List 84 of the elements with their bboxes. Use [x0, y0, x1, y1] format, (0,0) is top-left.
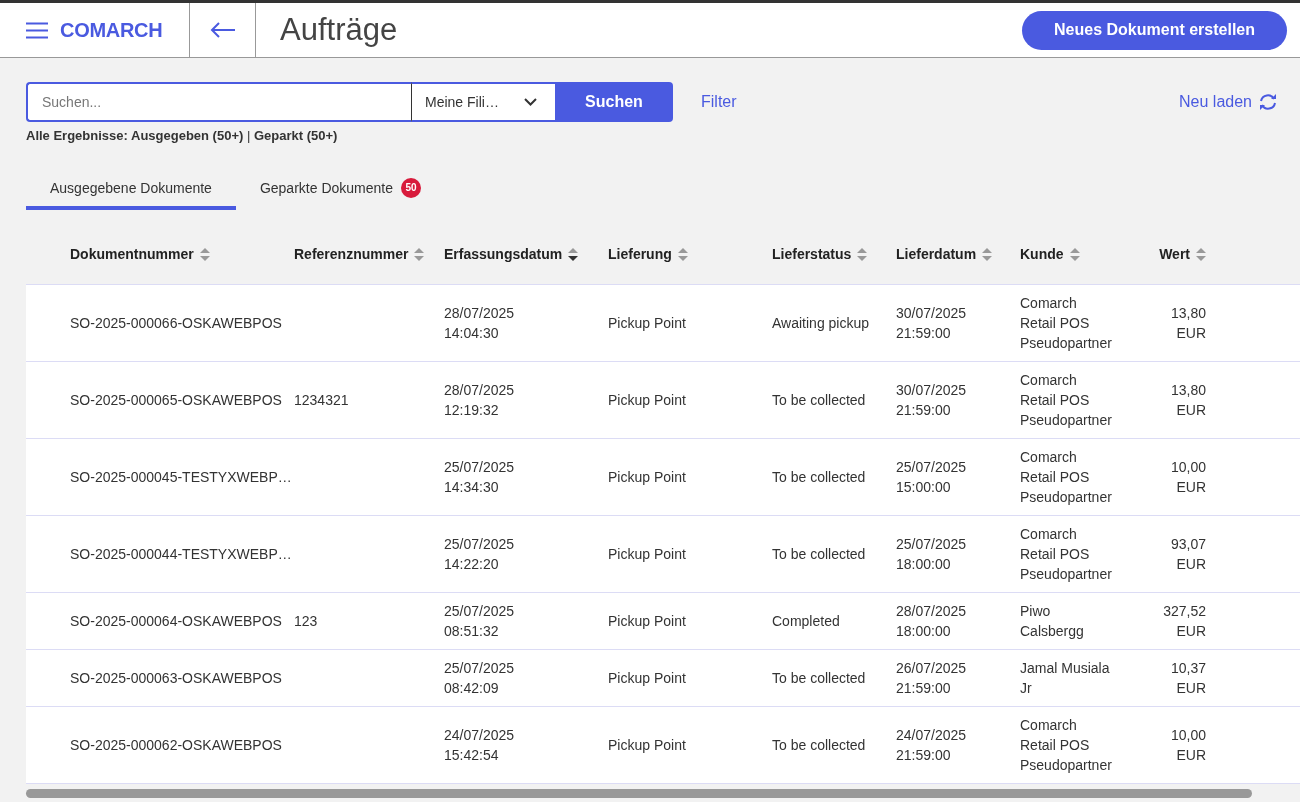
table-cell-text: Pickup Point [608, 314, 686, 333]
table-cell-text: SO-2025-000045-TESTYXWEBP… [70, 468, 292, 487]
table-cell-text: Pickup Point [608, 545, 686, 564]
chevron-down-icon [524, 98, 537, 106]
table-cell-text: Completed [772, 612, 840, 631]
table-cell-text: Pickup Point [608, 736, 686, 755]
table-row[interactable]: SO-2025-000066-OSKAWEBPOS 28/07/2025 14:04:30 Pickup Point Awaiting pickup 30/07/2025 21:59:00 Comarch Retail POS Pseudopartner 13,80 EUR [26, 285, 1300, 362]
table-cell-text: 24/07/2025 21:59:00 [896, 726, 967, 765]
column-header[interactable]: Referenznummer [294, 246, 409, 262]
table-cell-text: 25/07/2025 08:51:32 [444, 602, 515, 641]
table-cell-text: Pickup Point [608, 612, 686, 631]
table-cell-text: 30/07/2025 21:59:00 [896, 381, 967, 420]
table-cell-text: 28/07/2025 12:19:32 [444, 381, 515, 420]
horizontal-scrollbar[interactable] [26, 789, 1252, 798]
column-header[interactable]: Kunde [1020, 246, 1064, 262]
table-cell-text: 1234321 [294, 391, 349, 410]
table-cell-text: To be collected [772, 468, 866, 487]
table-cell-text: SO-2025-000065-OSKAWEBPOS [70, 391, 282, 410]
table-cell-text: Pickup Point [608, 391, 686, 410]
column-header[interactable]: Wert [1159, 246, 1190, 262]
table-cell-text: 28/07/2025 18:00:00 [896, 602, 967, 641]
filter-link[interactable]: Filter [701, 93, 737, 111]
table-cell-text: 10,00 EUR [1170, 726, 1206, 765]
search-field[interactable]: Suchen... [26, 82, 412, 122]
results-summary: Alle Ergebnisse: Ausgegeben (50+) | Geparkt (50+) [26, 128, 339, 143]
column-header[interactable]: Lieferung [608, 246, 672, 262]
table-row[interactable]: SO-2025-000064-OSKAWEBPOS 123 25/07/2025 08:51:32 Pickup Point Completed 28/07/2025 18:00:00 Piwo Calsbergg 327,52 EUR [26, 593, 1300, 650]
table-row[interactable]: SO-2025-000063-OSKAWEBPOS 25/07/2025 08:42:09 Pickup Point To be collected 26/07/2025 21:59:00 Jamal Musiala Jr 10,37 EUR [26, 650, 1300, 707]
table-cell-text: Jamal Musiala Jr [1020, 659, 1110, 698]
column-header[interactable]: Erfassungsdatum [444, 246, 563, 262]
table-cell-text: SO-2025-000064-OSKAWEBPOS [70, 612, 282, 631]
table-cell-text: To be collected [772, 391, 866, 410]
table-cell-text: 13,80 EUR [1170, 381, 1206, 420]
table-cell-text: To be collected [772, 669, 866, 688]
table-cell-text: 93,07 EUR [1170, 535, 1206, 574]
table-cell-text: SO-2025-000062-OSKAWEBPOS [70, 736, 282, 755]
table-cell-text: Pickup Point [608, 468, 686, 487]
count-badge: 50 [401, 177, 421, 198]
sort-icon[interactable] [568, 247, 579, 261]
table-cell-text: 25/07/2025 15:00:00 [896, 458, 967, 497]
column-header[interactable]: Dokumentnummer [70, 246, 194, 262]
menu-icon[interactable] [26, 21, 48, 39]
table-cell-text: SO-2025-000066-OSKAWEBPOS [70, 314, 282, 333]
table-cell-text: 30/07/2025 21:59:00 [896, 304, 967, 343]
table-cell-text: 10,00 EUR [1170, 458, 1206, 497]
reload-link[interactable]: Neu laden [1179, 93, 1278, 111]
table-cell-text: 25/07/2025 18:00:00 [896, 535, 967, 574]
page-title: Aufträge [280, 12, 399, 48]
column-header[interactable]: Lieferdatum [896, 246, 977, 262]
table-cell-text: Piwo Calsbergg [1020, 602, 1084, 641]
table-cell-text: 25/07/2025 14:34:30 [444, 458, 515, 497]
table-cell-text: 26/07/2025 21:59:00 [896, 659, 967, 698]
refresh-icon [1258, 93, 1278, 111]
table-cell-text: SO-2025-000063-OSKAWEBPOS [70, 669, 282, 688]
table-cell-text: 13,80 EUR [1170, 304, 1206, 343]
table-cell-text: 25/07/2025 08:42:09 [444, 659, 515, 698]
table-row[interactable]: SO-2025-000062-OSKAWEBPOS 24/07/2025 15:42:54 Pickup Point To be collected 24/07/2025 21:59:00 Comarch Retail POS Pseudopartner 10,00 EUR [26, 707, 1300, 784]
table-cell-text: 24/07/2025 15:42:54 [444, 726, 515, 765]
table-cell-text: 327,52 EUR [1163, 602, 1206, 641]
table-cell-text: To be collected [772, 736, 866, 755]
new-document-button[interactable]: Neues Dokument erstellen [1022, 10, 1287, 50]
table-cell-text: Comarch Retail POS Pseudopartner [1020, 525, 1112, 584]
logo: COMARCH [60, 18, 163, 42]
table-row[interactable]: SO-2025-000044-TESTYXWEBP… 25/07/2025 14:22:20 Pickup Point To be collected 25/07/2025 18:00:00 Comarch Retail POS Pseudopartner 93,07 EUR [26, 516, 1300, 593]
table-cell-text: Comarch Retail POS Pseudopartner [1020, 371, 1112, 430]
tab[interactable]: Ausgegebene Dokumente [26, 169, 236, 210]
table-cell-text: 28/07/2025 14:04:30 [444, 304, 515, 343]
table-cell-text: 10,37 EUR [1170, 659, 1206, 698]
column-header[interactable]: Lieferstatus [772, 246, 852, 262]
table-cell-text: 25/07/2025 14:22:20 [444, 535, 515, 574]
table-cell-text: Awaiting pickup [772, 314, 870, 333]
tab[interactable]: Geparkte Dokumente 50 [235, 169, 445, 210]
table-cell-text: To be collected [772, 545, 866, 564]
table-cell-text: Comarch Retail POS Pseudopartner [1020, 294, 1112, 353]
back-arrow-icon [209, 22, 236, 38]
table-row[interactable]: SO-2025-000045-TESTYXWEBP… 25/07/2025 14:34:30 Pickup Point To be collected 25/07/2025 15:00:00 Comarch Retail POS Pseudopartner 10,00 EUR [26, 439, 1300, 516]
table-cell-text: SO-2025-000044-TESTYXWEBP… [70, 545, 292, 564]
table-cell-text: Comarch Retail POS Pseudopartner [1020, 448, 1112, 507]
table-row[interactable]: SO-2025-000065-OSKAWEBPOS 1234321 28/07/2025 12:19:32 Pickup Point To be collected 30/07/2025 21:59:00 Comarch Retail POS Pseudopartner 13,80 EUR [26, 362, 1300, 439]
branch-select[interactable]: Meine Fili… [412, 82, 555, 122]
table-cell-text: 123 [294, 612, 318, 631]
table-cell-text: Comarch Retail POS Pseudopartner [1020, 716, 1112, 775]
table-cell-text: Pickup Point [608, 669, 686, 688]
search-button[interactable]: Suchen [555, 82, 673, 122]
